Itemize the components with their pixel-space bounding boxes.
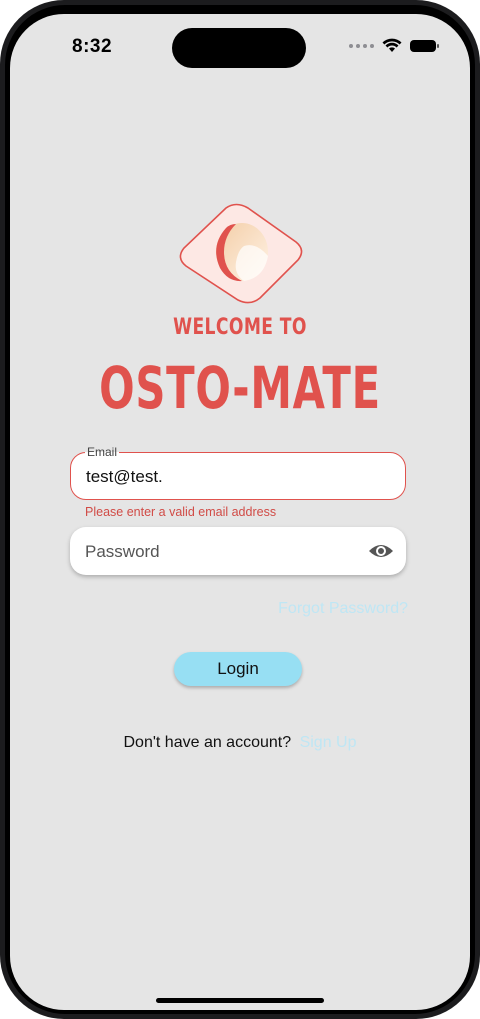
signal-dots-icon (349, 43, 374, 48)
login-button[interactable]: Login (174, 652, 302, 686)
email-field[interactable]: Email test@test. (70, 445, 406, 500)
email-error-message: Please enter a valid email address (85, 505, 277, 519)
wifi-icon (382, 38, 402, 52)
app-name-title: OSTO-MATE (99, 354, 381, 422)
osto-mate-logo-icon (179, 203, 303, 304)
battery-icon (410, 39, 439, 52)
signup-row: Don't have an account? Sign Up (10, 734, 470, 752)
app-screen: 8:32 WELCOME TO OSTO-MATE Email test@tes… (10, 14, 470, 1010)
status-time: 8:32 (72, 36, 113, 57)
password-field[interactable]: Password (70, 527, 406, 575)
email-value[interactable]: test@test. (86, 467, 163, 487)
email-label: Email (85, 445, 120, 459)
signup-prompt: Don't have an account? (123, 734, 292, 751)
signup-link[interactable]: Sign Up (300, 734, 357, 751)
password-placeholder[interactable]: Password (85, 542, 160, 562)
dynamic-island (172, 28, 306, 68)
home-indicator[interactable] (156, 998, 324, 1003)
eye-icon[interactable] (368, 539, 394, 563)
phone-frame: 8:32 WELCOME TO OSTO-MATE Email test@tes… (0, 0, 480, 1019)
status-icons (349, 38, 439, 53)
forgot-password-link[interactable]: Forgot Password? (278, 600, 408, 618)
welcome-heading: WELCOME TO (173, 315, 307, 340)
